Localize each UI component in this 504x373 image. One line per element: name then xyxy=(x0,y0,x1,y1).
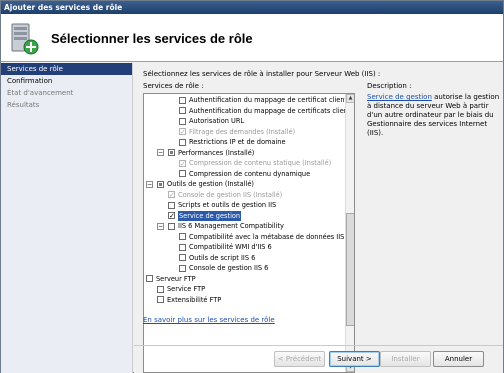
tree-row[interactable]: Authentification du mappage de certifica… xyxy=(179,95,347,105)
tree-checkbox: ✓ xyxy=(179,128,186,136)
tree-row[interactable]: −Serveur FTP xyxy=(144,274,196,284)
tree-row[interactable]: ✓ Filtrage des demandes (Installé) xyxy=(179,127,295,137)
tree-item-label: Compatibilité avec la métabase de donnée… xyxy=(189,232,351,241)
tree-row[interactable]: Outils de script IIS 6 xyxy=(179,253,255,263)
tree-checkbox[interactable] xyxy=(168,201,175,209)
tree-scrollbar[interactable]: ▲ ▼ xyxy=(345,94,354,372)
tree-checkbox[interactable] xyxy=(168,222,175,230)
tree-checkbox[interactable] xyxy=(179,233,186,240)
step-etat-avancement: État d'avancement xyxy=(7,89,74,97)
tree-checkbox[interactable] xyxy=(179,254,186,261)
tree-checkbox[interactable] xyxy=(146,275,153,282)
previous-button[interactable]: < Précédent xyxy=(274,351,325,367)
tree-item-label: Outils de gestion (Installé) xyxy=(167,180,254,188)
cancel-button[interactable]: Annuler xyxy=(433,351,484,367)
tree-row[interactable]: ✓ Compression de contenu statique (Instal… xyxy=(179,158,331,168)
tree-item-label: Serveur FTP xyxy=(156,274,196,283)
tree-checkbox[interactable] xyxy=(157,180,164,188)
tree-item-label: Compression de contenu statique (Install… xyxy=(189,159,332,167)
role-services-label: Services de rôle : xyxy=(143,82,204,90)
tree-checkbox[interactable] xyxy=(179,138,186,146)
tree-row[interactable]: Authentification du mappage de certifica… xyxy=(179,106,354,116)
tree-item-label: Authentification du mappage de certifica… xyxy=(189,106,354,115)
tree-item-label: Console de gestion IIS (Installé) xyxy=(178,190,283,199)
window-title: Ajouter des services de rôle xyxy=(1,1,503,14)
tree-checkbox: ✓ xyxy=(168,191,175,199)
tree-item-label: Service FTP xyxy=(167,285,206,293)
tree-checkbox[interactable] xyxy=(179,243,186,251)
description-title: Description : xyxy=(367,82,412,90)
tree-row[interactable]: − Outils de gestion (Installé) xyxy=(146,179,254,189)
tree-item-label: Performances (Installé) xyxy=(178,148,255,157)
tree-expander-icon[interactable]: − xyxy=(157,222,164,230)
button-separator xyxy=(134,345,503,346)
step-services-de-role[interactable]: Services de rôle xyxy=(1,63,132,75)
tree-item-label: Compression de contenu dynamique xyxy=(189,169,311,178)
scroll-up-arrow-icon[interactable]: ▲ xyxy=(346,94,354,103)
tree-checkbox[interactable] xyxy=(179,264,186,272)
tree-item-label: Extensibilité FTP xyxy=(167,295,222,304)
tree-item-label: Scripts et outils de gestion IIS xyxy=(178,201,277,209)
tree-item-label: Console de gestion IIS 6 xyxy=(189,264,269,272)
description-body: Service de gestion autorise la gestion à… xyxy=(367,93,500,138)
tree-row[interactable]: Service FTP xyxy=(157,284,205,294)
tree-item-label: IIS 6 Management Compatibility xyxy=(178,222,284,230)
tree-row[interactable]: Extensibilité FTP xyxy=(157,295,221,305)
tree-rows: Authentification du mappage de certifica… xyxy=(144,94,354,372)
tree-row[interactable]: Compatibilité avec la métabase de donnée… xyxy=(179,232,351,242)
wizard-steps-sidebar: Services de rôle Confirmation État d'ava… xyxy=(1,63,133,373)
tree-checkbox[interactable] xyxy=(179,107,186,114)
description-link[interactable]: Service de gestion xyxy=(367,93,432,101)
tree-row[interactable]: Restrictions IP et de domaine xyxy=(179,137,286,147)
tree-checkbox[interactable] xyxy=(179,117,186,125)
tree-item-label: Compatibilité WMI d'IIS 6 xyxy=(189,243,272,251)
tree-item-label: Authentification du mappage de certifica… xyxy=(189,96,348,104)
role-services-tree[interactable]: Authentification du mappage de certifica… xyxy=(143,93,355,373)
intro-text: Sélectionnez les services de rôle à inst… xyxy=(143,70,381,78)
step-confirmation[interactable]: Confirmation xyxy=(1,75,132,87)
page-title: Sélectionner les services de rôle xyxy=(51,31,253,46)
tree-checkbox[interactable] xyxy=(179,170,186,177)
tree-row[interactable]: − Performances (Installé) xyxy=(157,148,254,158)
tree-row[interactable]: ✓ Service de gestion xyxy=(168,210,242,221)
tree-item-label: Restrictions IP et de domaine xyxy=(189,138,286,146)
tree-checkbox[interactable] xyxy=(157,296,164,303)
tree-item-label: Filtrage des demandes (Installé) xyxy=(189,127,296,136)
tree-item-label: Service de gestion xyxy=(178,210,242,221)
wizard-window: Ajouter des services de rôle Sélectionne… xyxy=(0,0,504,373)
tree-checkbox: ✓ xyxy=(179,159,186,168)
tree-expander-icon[interactable]: − xyxy=(146,180,153,188)
tree-item-label: Outils de script IIS 6 xyxy=(189,253,256,262)
tree-row[interactable]: ✓ Console de gestion IIS (Installé) xyxy=(168,190,282,200)
server-add-icon xyxy=(11,23,39,55)
tree-row[interactable]: Compatibilité WMI d'IIS 6 xyxy=(179,242,272,252)
wizard-header: Sélectionner les services de rôle xyxy=(1,14,503,62)
tree-checkbox[interactable] xyxy=(157,285,164,293)
tree-row[interactable]: Console de gestion IIS 6 xyxy=(179,263,268,273)
tree-checkbox[interactable] xyxy=(168,149,175,156)
tree-item-label: Autorisation URL xyxy=(189,117,245,125)
tree-checkbox[interactable]: ✓ xyxy=(168,212,175,220)
wizard-content: Sélectionnez les services de rôle à inst… xyxy=(134,63,503,373)
step-resultats: Résultats xyxy=(7,101,40,109)
tree-row[interactable]: Scripts et outils de gestion IIS xyxy=(168,200,276,210)
tree-row[interactable]: − IIS 6 Management Compatibility xyxy=(157,221,284,231)
tree-row[interactable]: Compression de contenu dynamique xyxy=(179,169,310,179)
tree-checkbox[interactable] xyxy=(179,96,186,104)
install-button[interactable]: Installer xyxy=(380,351,431,367)
scroll-thumb[interactable] xyxy=(346,213,354,326)
more-info-link[interactable]: En savoir plus sur les services de rôle xyxy=(143,316,275,324)
tree-expander-icon[interactable]: − xyxy=(157,149,164,156)
tree-row[interactable]: Autorisation URL xyxy=(179,116,244,126)
next-button[interactable]: Suivant > xyxy=(329,351,380,367)
